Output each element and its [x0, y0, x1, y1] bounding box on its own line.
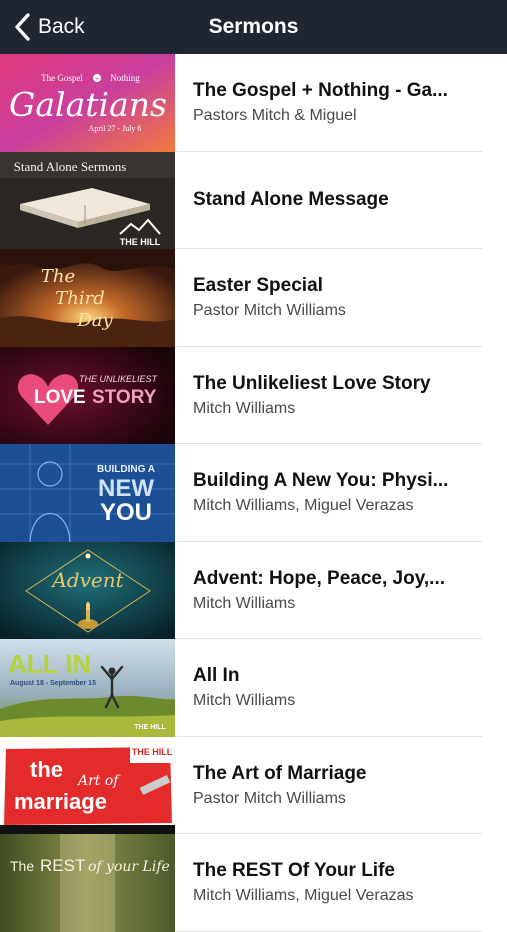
- sermon-title: The Unlikeliest Love Story: [193, 372, 431, 394]
- sermon-row[interactable]: ALL IN August 18 - September 15 THE HILL…: [0, 639, 507, 737]
- sermon-title: The Art of Marriage: [193, 762, 367, 784]
- thumb-text: REST: [40, 856, 85, 875]
- thumb-text: Third: [55, 288, 104, 309]
- thumb-text: Stand Alone Sermons: [14, 159, 127, 174]
- sermon-thumbnail: THE HILL the Art of marriage: [0, 736, 175, 834]
- thumb-text: marriage: [14, 789, 107, 814]
- thumb-text: The Gospel: [41, 73, 83, 83]
- sermon-speaker: Pastor Mitch Williams: [193, 302, 346, 320]
- thumb-text: NEW: [98, 475, 154, 502]
- thumb-text: THE UNLIKELIEST: [79, 374, 159, 384]
- back-button[interactable]: Back: [14, 0, 85, 54]
- sermon-speaker: Mitch Williams: [193, 399, 296, 417]
- thumb-text: STORY: [92, 387, 157, 408]
- thumb-text: BUILDING A: [97, 464, 155, 475]
- sermon-thumbnail: The Third Day: [0, 249, 175, 347]
- chevron-left-icon: [15, 13, 30, 41]
- back-label: Back: [38, 15, 85, 38]
- thumb-text: Galatians: [9, 85, 167, 124]
- thumb-text: of your Life: [88, 859, 170, 875]
- sermon-thumbnail: BUILDING A NEW YOU: [0, 444, 175, 542]
- sermon-speaker: Pastors Mitch & Miguel: [193, 107, 357, 125]
- sermon-thumbnail: The Gospel + Nothing Galatians April 27 …: [0, 54, 175, 152]
- sermon-row[interactable]: BUILDING A NEW YOU Building A New You: P…: [0, 444, 507, 542]
- thumb-text: YOU: [100, 499, 152, 526]
- thumb-text: Art of: [76, 773, 121, 789]
- sermon-row[interactable]: Advent Advent: Hope, Peace, Joy,... Mitc…: [0, 541, 507, 639]
- thumb-text: THE HILL: [120, 237, 161, 247]
- sermon-speaker: Mitch Williams: [193, 692, 296, 710]
- thumb-text: +: [95, 76, 99, 83]
- sermon-speaker: Mitch Williams, Miguel Verazas: [193, 497, 414, 515]
- thumb-text: Nothing: [110, 73, 140, 83]
- thumb-text: ALL IN: [8, 649, 91, 679]
- sermon-title: All In: [193, 665, 240, 687]
- sermon-row[interactable]: THE UNLIKELIEST LOVE STORY The Unlikelie…: [0, 346, 507, 444]
- sermon-title: The REST Of Your Life: [193, 860, 395, 882]
- thumb-text: Advent: [50, 568, 124, 592]
- thumb-text: The: [10, 858, 34, 874]
- sermon-title: Building A New You: Physi...: [193, 470, 449, 492]
- sermon-list: The Gospel + Nothing Galatians April 27 …: [0, 54, 507, 932]
- thumb-text: THE HILL: [132, 747, 173, 757]
- sermon-thumbnail: Advent: [0, 541, 175, 639]
- thumb-text: LOVE: [34, 387, 86, 408]
- sermon-title: Advent: Hope, Peace, Joy,...: [193, 567, 446, 589]
- sermon-row[interactable]: Stand Alone Sermons THE HILL Stand Alone…: [0, 151, 507, 249]
- sermon-thumbnail: Stand Alone Sermons THE HILL: [0, 151, 175, 249]
- thumb-text: The: [41, 266, 75, 287]
- sermon-thumbnail: The REST of your Life: [0, 834, 175, 932]
- sermon-title: The Gospel + Nothing - Ga...: [193, 80, 448, 102]
- sermon-row[interactable]: The Third Day Easter Special Pastor Mitc…: [0, 249, 507, 347]
- sermon-speaker: Mitch Williams: [193, 594, 296, 612]
- sermon-title: Stand Alone Message: [193, 189, 389, 211]
- sermon-row[interactable]: The REST of your Life The REST Of Your L…: [0, 834, 507, 932]
- thumb-text: THE HILL: [134, 724, 166, 731]
- navigation-bar: Back Sermons: [0, 0, 507, 54]
- sermon-row[interactable]: THE HILL the Art of marriage The Art of …: [0, 736, 507, 834]
- thumb-text: Day: [76, 310, 113, 331]
- sermon-row[interactable]: The Gospel + Nothing Galatians April 27 …: [0, 54, 507, 152]
- sermon-speaker: Pastor Mitch Williams: [193, 789, 346, 807]
- sermon-thumbnail: ALL IN August 18 - September 15 THE HILL: [0, 639, 175, 737]
- thumb-text: the: [30, 757, 63, 782]
- sermon-thumbnail: THE UNLIKELIEST LOVE STORY: [0, 346, 175, 444]
- thumb-text: April 27 - July 6: [89, 124, 142, 133]
- sermon-speaker: Mitch Williams, Miguel Verazas: [193, 887, 414, 905]
- sermon-title: Easter Special: [193, 275, 323, 297]
- thumb-text: August 18 - September 15: [10, 680, 96, 687]
